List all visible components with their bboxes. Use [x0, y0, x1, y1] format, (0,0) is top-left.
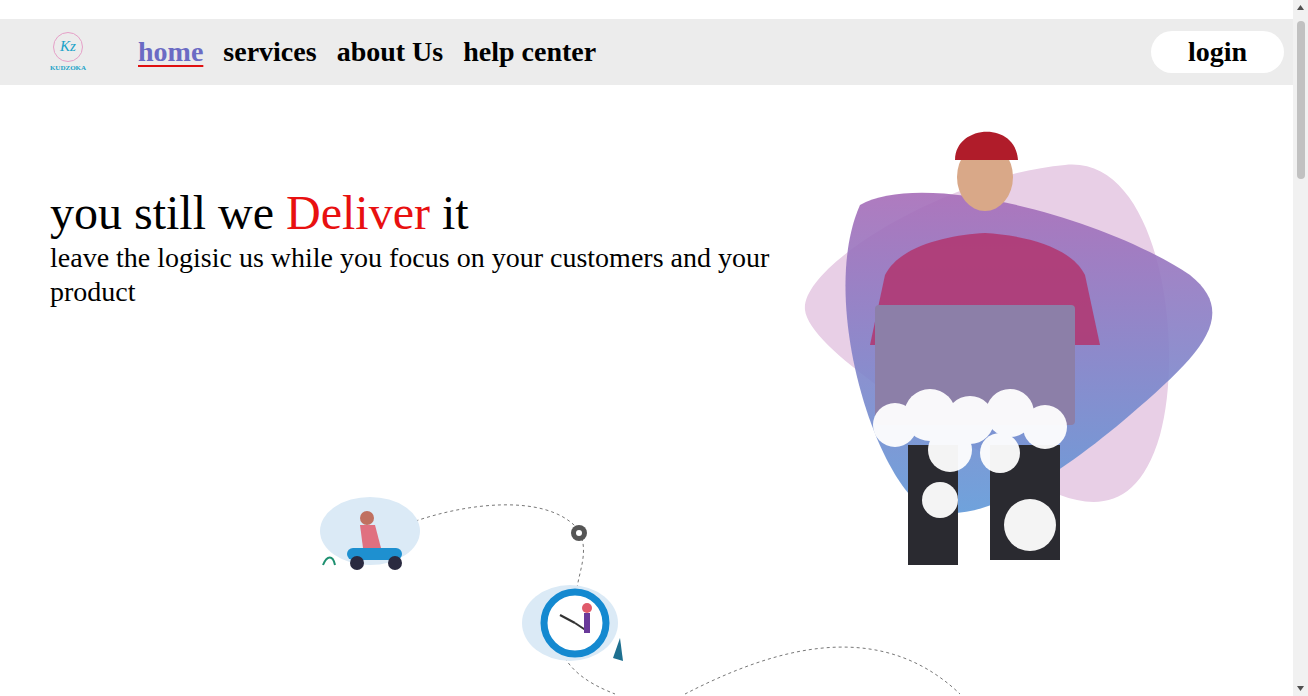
logo[interactable]: Kz KUDZOKA — [46, 32, 90, 73]
scroll-down-icon[interactable] — [1293, 681, 1308, 696]
login-button[interactable]: login — [1151, 31, 1284, 73]
clock-icon — [522, 585, 623, 661]
gear-icon — [571, 525, 587, 541]
nav-bar: Kz KUDZOKA home services about Us help center… — [0, 19, 1293, 85]
nav-link[interactable]: home — [138, 35, 203, 69]
hero-text: you still we Deliver itleave the logisic… — [0, 85, 830, 696]
main: Kz KUDZOKA home services about Us help center… — [0, 0, 1293, 696]
hero: you still we Deliver itleave the logisic… — [0, 85, 1293, 696]
nav-link[interactable]: services — [223, 35, 316, 69]
scrollbar-thumb[interactable] — [1297, 21, 1305, 179]
delivery-route-illustration — [315, 493, 965, 694]
nav-menu: home services about Us help center — [138, 35, 596, 69]
scooter-icon — [320, 497, 420, 570]
delivery-man-picture — [800, 115, 1215, 570]
hero-title: you still we Deliver it — [50, 185, 830, 241]
page: Kz KUDZOKA home services about Us help center… — [0, 0, 1308, 696]
scroll-up-icon[interactable] — [1293, 0, 1308, 15]
scrollbar[interactable] — [1293, 0, 1308, 696]
nav-link[interactable]: help center — [463, 35, 596, 69]
hero-subtitle: leave the logisic us while you focus on … — [50, 241, 825, 309]
logo-mark: Kz — [53, 32, 83, 62]
logo-name: KUDZOKA — [50, 64, 86, 73]
nav-link[interactable]: about Us — [337, 35, 444, 69]
